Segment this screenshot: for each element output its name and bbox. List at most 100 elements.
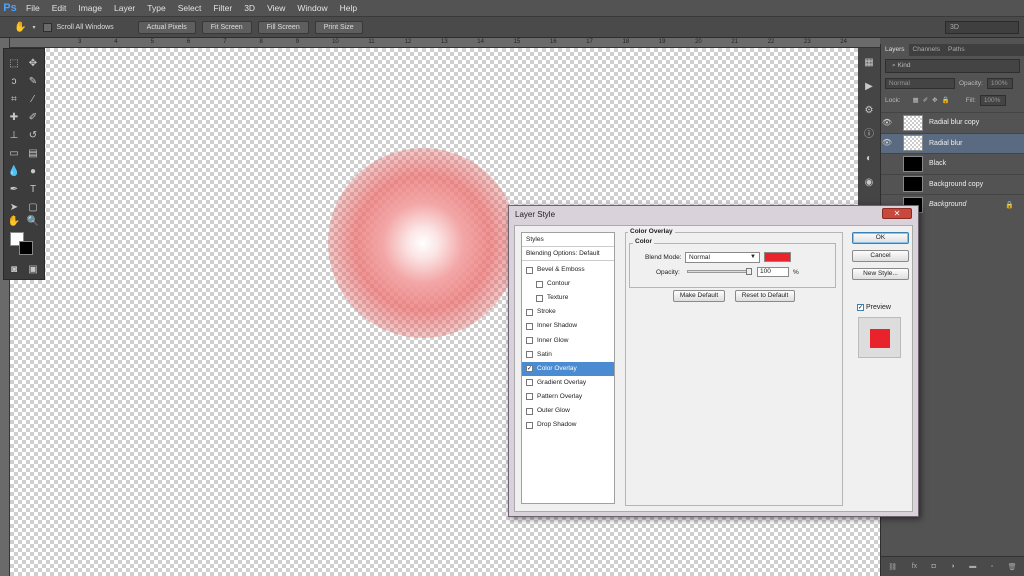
lock-all-icon[interactable]: 🔒 bbox=[942, 96, 950, 104]
lock-position-icon[interactable]: ✥ bbox=[932, 96, 937, 104]
menu-item-help[interactable]: Help bbox=[334, 0, 363, 16]
blend-mode-select[interactable]: Normal ▼ bbox=[685, 252, 760, 263]
add-mask-icon[interactable]: ◘ bbox=[932, 563, 936, 570]
hand-tool-icon[interactable]: ✋ bbox=[14, 22, 26, 33]
style-item-texture[interactable]: Texture bbox=[522, 291, 614, 305]
menu-item-filter[interactable]: Filter bbox=[207, 0, 238, 16]
delete-layer-icon[interactable]: 🗑 bbox=[1008, 563, 1017, 571]
visibility-eye-icon[interactable] bbox=[881, 174, 893, 194]
menu-item-layer[interactable]: Layer bbox=[108, 0, 141, 16]
style-checkbox[interactable] bbox=[526, 322, 533, 330]
adjustment-layer-icon[interactable]: ◑ bbox=[950, 563, 954, 570]
eraser-tool-icon[interactable]: ▭ bbox=[7, 147, 21, 161]
actions-panel-icon[interactable]: ▶ bbox=[862, 80, 876, 94]
style-checkbox[interactable] bbox=[526, 351, 533, 359]
dodge-tool-icon[interactable]: ● bbox=[26, 165, 40, 179]
scroll-all-checkbox[interactable] bbox=[43, 22, 53, 32]
layer-fill-field[interactable]: 100% bbox=[979, 94, 1006, 106]
layer-row[interactable]: Black bbox=[881, 153, 1024, 173]
clone-stamp-tool-icon[interactable]: ⊥ bbox=[7, 129, 21, 143]
opacity-slider-thumb[interactable] bbox=[746, 268, 752, 275]
preview-checkbox[interactable]: ✓ bbox=[857, 304, 864, 311]
path-select-tool-icon[interactable]: ➤ bbox=[7, 201, 21, 215]
layer-row[interactable]: Background copy bbox=[881, 173, 1024, 194]
layer-row[interactable]: 👁 Radial blur bbox=[881, 132, 1024, 153]
shape-tool-icon[interactable]: ▢ bbox=[26, 201, 40, 215]
lasso-tool-icon[interactable]: ↄ bbox=[7, 75, 21, 89]
cancel-button[interactable]: Cancel bbox=[852, 250, 909, 262]
styles-panel-icon[interactable]: ◉ bbox=[862, 176, 876, 190]
hand-tool-icon[interactable]: ✋ bbox=[7, 215, 21, 229]
screen-mode-icon[interactable]: ▣ bbox=[26, 263, 40, 277]
close-icon[interactable]: ✕ bbox=[882, 208, 912, 219]
adjustments-panel-icon[interactable]: ◐ bbox=[862, 152, 876, 166]
menu-item-select[interactable]: Select bbox=[172, 0, 208, 16]
pen-tool-icon[interactable]: ✒ bbox=[7, 183, 21, 197]
tool-preset-dropdown-icon[interactable]: ▾ bbox=[32, 24, 35, 31]
history-brush-tool-icon[interactable]: ↺ bbox=[26, 129, 40, 143]
fx-icon[interactable]: fx bbox=[912, 563, 917, 570]
visibility-eye-icon[interactable] bbox=[881, 154, 893, 174]
style-checkbox[interactable] bbox=[526, 393, 533, 401]
visibility-eye-icon[interactable]: 👁 bbox=[881, 113, 893, 133]
style-item-bevel-emboss[interactable]: Bevel & Emboss bbox=[522, 263, 614, 277]
layer-blend-mode-select[interactable]: Normal bbox=[885, 77, 955, 89]
eyedropper-tool-icon[interactable]: ⁄ bbox=[26, 93, 40, 107]
style-checkbox[interactable] bbox=[526, 421, 533, 429]
opacity-slider[interactable] bbox=[687, 268, 752, 275]
menu-item-file[interactable]: File bbox=[20, 0, 46, 16]
marquee-tool-icon[interactable]: ⬚ bbox=[7, 57, 21, 71]
style-checkbox[interactable] bbox=[526, 337, 533, 344]
link-layers-icon[interactable]: ⛓ bbox=[888, 563, 897, 571]
style-item-outer-glow[interactable]: Outer Glow bbox=[522, 404, 614, 418]
style-checkbox[interactable]: ✓ bbox=[526, 365, 533, 373]
styles-header[interactable]: Styles bbox=[522, 233, 614, 247]
brush-tool-icon[interactable]: ✐ bbox=[26, 111, 40, 125]
menu-item-3d[interactable]: 3D bbox=[238, 0, 261, 16]
zoom-tool-icon[interactable]: 🔍 bbox=[26, 215, 40, 229]
lock-pixels-icon[interactable]: ▦ bbox=[913, 96, 919, 104]
new-group-icon[interactable]: ▬ bbox=[969, 563, 976, 570]
menu-item-edit[interactable]: Edit bbox=[46, 0, 73, 16]
visibility-eye-icon[interactable]: 👁 bbox=[881, 133, 893, 153]
menu-item-window[interactable]: Window bbox=[291, 0, 333, 16]
layer-opacity-field[interactable]: 100% bbox=[986, 77, 1013, 89]
lock-image-icon[interactable]: ✐ bbox=[923, 96, 928, 104]
new-layer-icon[interactable]: ▫ bbox=[991, 563, 993, 570]
fit-screen-button[interactable]: Fit Screen bbox=[201, 20, 252, 34]
background-color-swatch[interactable] bbox=[19, 241, 33, 255]
style-item-inner-shadow[interactable]: Inner Shadow bbox=[522, 319, 614, 333]
new-style-button[interactable]: New Style... bbox=[852, 268, 909, 280]
style-item-inner-glow[interactable]: Inner Glow bbox=[522, 334, 614, 348]
make-default-button[interactable]: Make Default bbox=[673, 290, 725, 302]
style-item-contour[interactable]: Contour bbox=[522, 277, 614, 291]
tab-layers[interactable]: Layers bbox=[881, 44, 909, 56]
menu-item-view[interactable]: View bbox=[261, 0, 291, 16]
reset-to-default-button[interactable]: Reset to Default bbox=[735, 290, 795, 302]
crop-tool-icon[interactable]: ⌗ bbox=[7, 93, 21, 107]
style-checkbox[interactable] bbox=[526, 266, 533, 274]
quick-select-tool-icon[interactable]: ✎ bbox=[26, 75, 40, 89]
style-item-gradient-overlay[interactable]: Gradient Overlay bbox=[522, 376, 614, 390]
style-item-color-overlay[interactable]: ✓ Color Overlay bbox=[522, 361, 614, 376]
menu-item-image[interactable]: Image bbox=[72, 0, 108, 16]
style-item-drop-shadow[interactable]: Drop Shadow bbox=[522, 418, 614, 432]
blur-tool-icon[interactable]: 💧 bbox=[7, 165, 21, 179]
ok-button[interactable]: OK bbox=[852, 232, 909, 244]
layer-row[interactable]: 👁 Radial blur copy bbox=[881, 112, 1024, 132]
tab-channels[interactable]: Channels bbox=[909, 44, 944, 56]
info-panel-icon[interactable]: ⓘ bbox=[862, 128, 876, 142]
style-checkbox[interactable] bbox=[526, 407, 533, 415]
layer-filter-kind[interactable]: ⌕ Kind bbox=[885, 59, 1020, 73]
style-checkbox[interactable] bbox=[536, 294, 543, 302]
blending-options-item[interactable]: Blending Options: Default bbox=[522, 247, 614, 261]
style-item-pattern-overlay[interactable]: Pattern Overlay bbox=[522, 390, 614, 404]
tab-paths[interactable]: Paths bbox=[944, 44, 969, 56]
opacity-input[interactable]: 100 bbox=[757, 267, 789, 277]
overlay-color-swatch[interactable] bbox=[764, 252, 791, 262]
history-panel-icon[interactable]: ▦ bbox=[862, 56, 876, 70]
gradient-tool-icon[interactable]: ▤ bbox=[26, 147, 40, 161]
style-checkbox[interactable] bbox=[536, 280, 543, 288]
quick-mask-icon[interactable]: ◙ bbox=[7, 263, 21, 277]
style-checkbox[interactable] bbox=[526, 379, 533, 387]
